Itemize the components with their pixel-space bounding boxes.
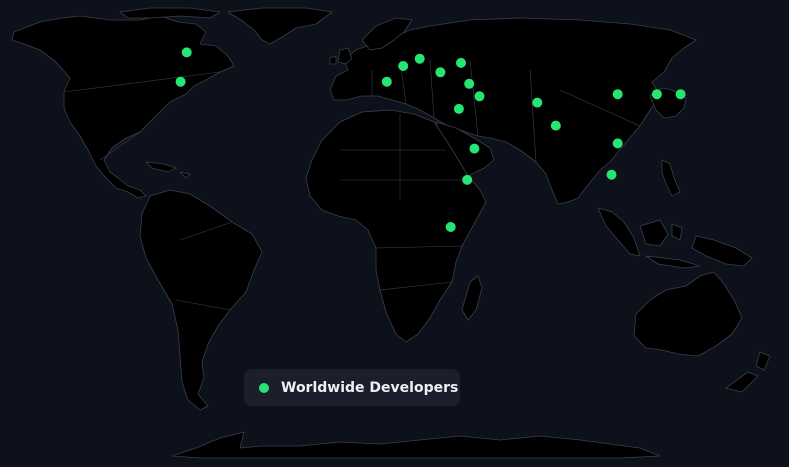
developer-marker-20 (445, 222, 456, 232)
developer-marker-14 (651, 89, 662, 100)
developer-marker-12 (550, 120, 561, 131)
legend-marker-dot (259, 382, 269, 393)
developer-marker-15 (675, 89, 686, 100)
greenland (227, 7, 333, 45)
caribbean-islands (145, 161, 191, 179)
developer-marker-10 (453, 103, 464, 114)
north-america (11, 15, 235, 199)
arctic-islands (119, 7, 221, 19)
new-zealand (725, 351, 771, 393)
antarctica (171, 431, 661, 459)
developer-marker-11 (532, 97, 543, 108)
developer-marker-9 (474, 91, 485, 102)
indonesia (597, 207, 701, 269)
developer-marker-3 (381, 76, 392, 87)
developer-marker-1 (181, 47, 192, 58)
developer-marker-17 (606, 169, 617, 180)
british-isles (329, 47, 353, 65)
developer-marker-8 (464, 78, 475, 89)
developer-marker-7 (435, 67, 446, 78)
philippines (661, 159, 681, 197)
developer-marker-19 (462, 174, 473, 185)
map-legend: Worldwide Developers (244, 369, 460, 406)
developer-marker-4 (398, 61, 409, 71)
madagascar (461, 275, 483, 321)
developer-marker-13 (612, 89, 623, 100)
developer-marker-2 (175, 76, 186, 87)
new-guinea (691, 235, 753, 267)
developer-marker-5 (414, 53, 425, 64)
australia (633, 271, 743, 357)
legend-label: Worldwide Developers (281, 379, 459, 396)
world-map-view: Worldwide Developers (0, 0, 789, 467)
developer-marker-18 (469, 143, 480, 154)
developer-marker-16 (612, 138, 623, 149)
developer-marker-6 (456, 57, 466, 68)
